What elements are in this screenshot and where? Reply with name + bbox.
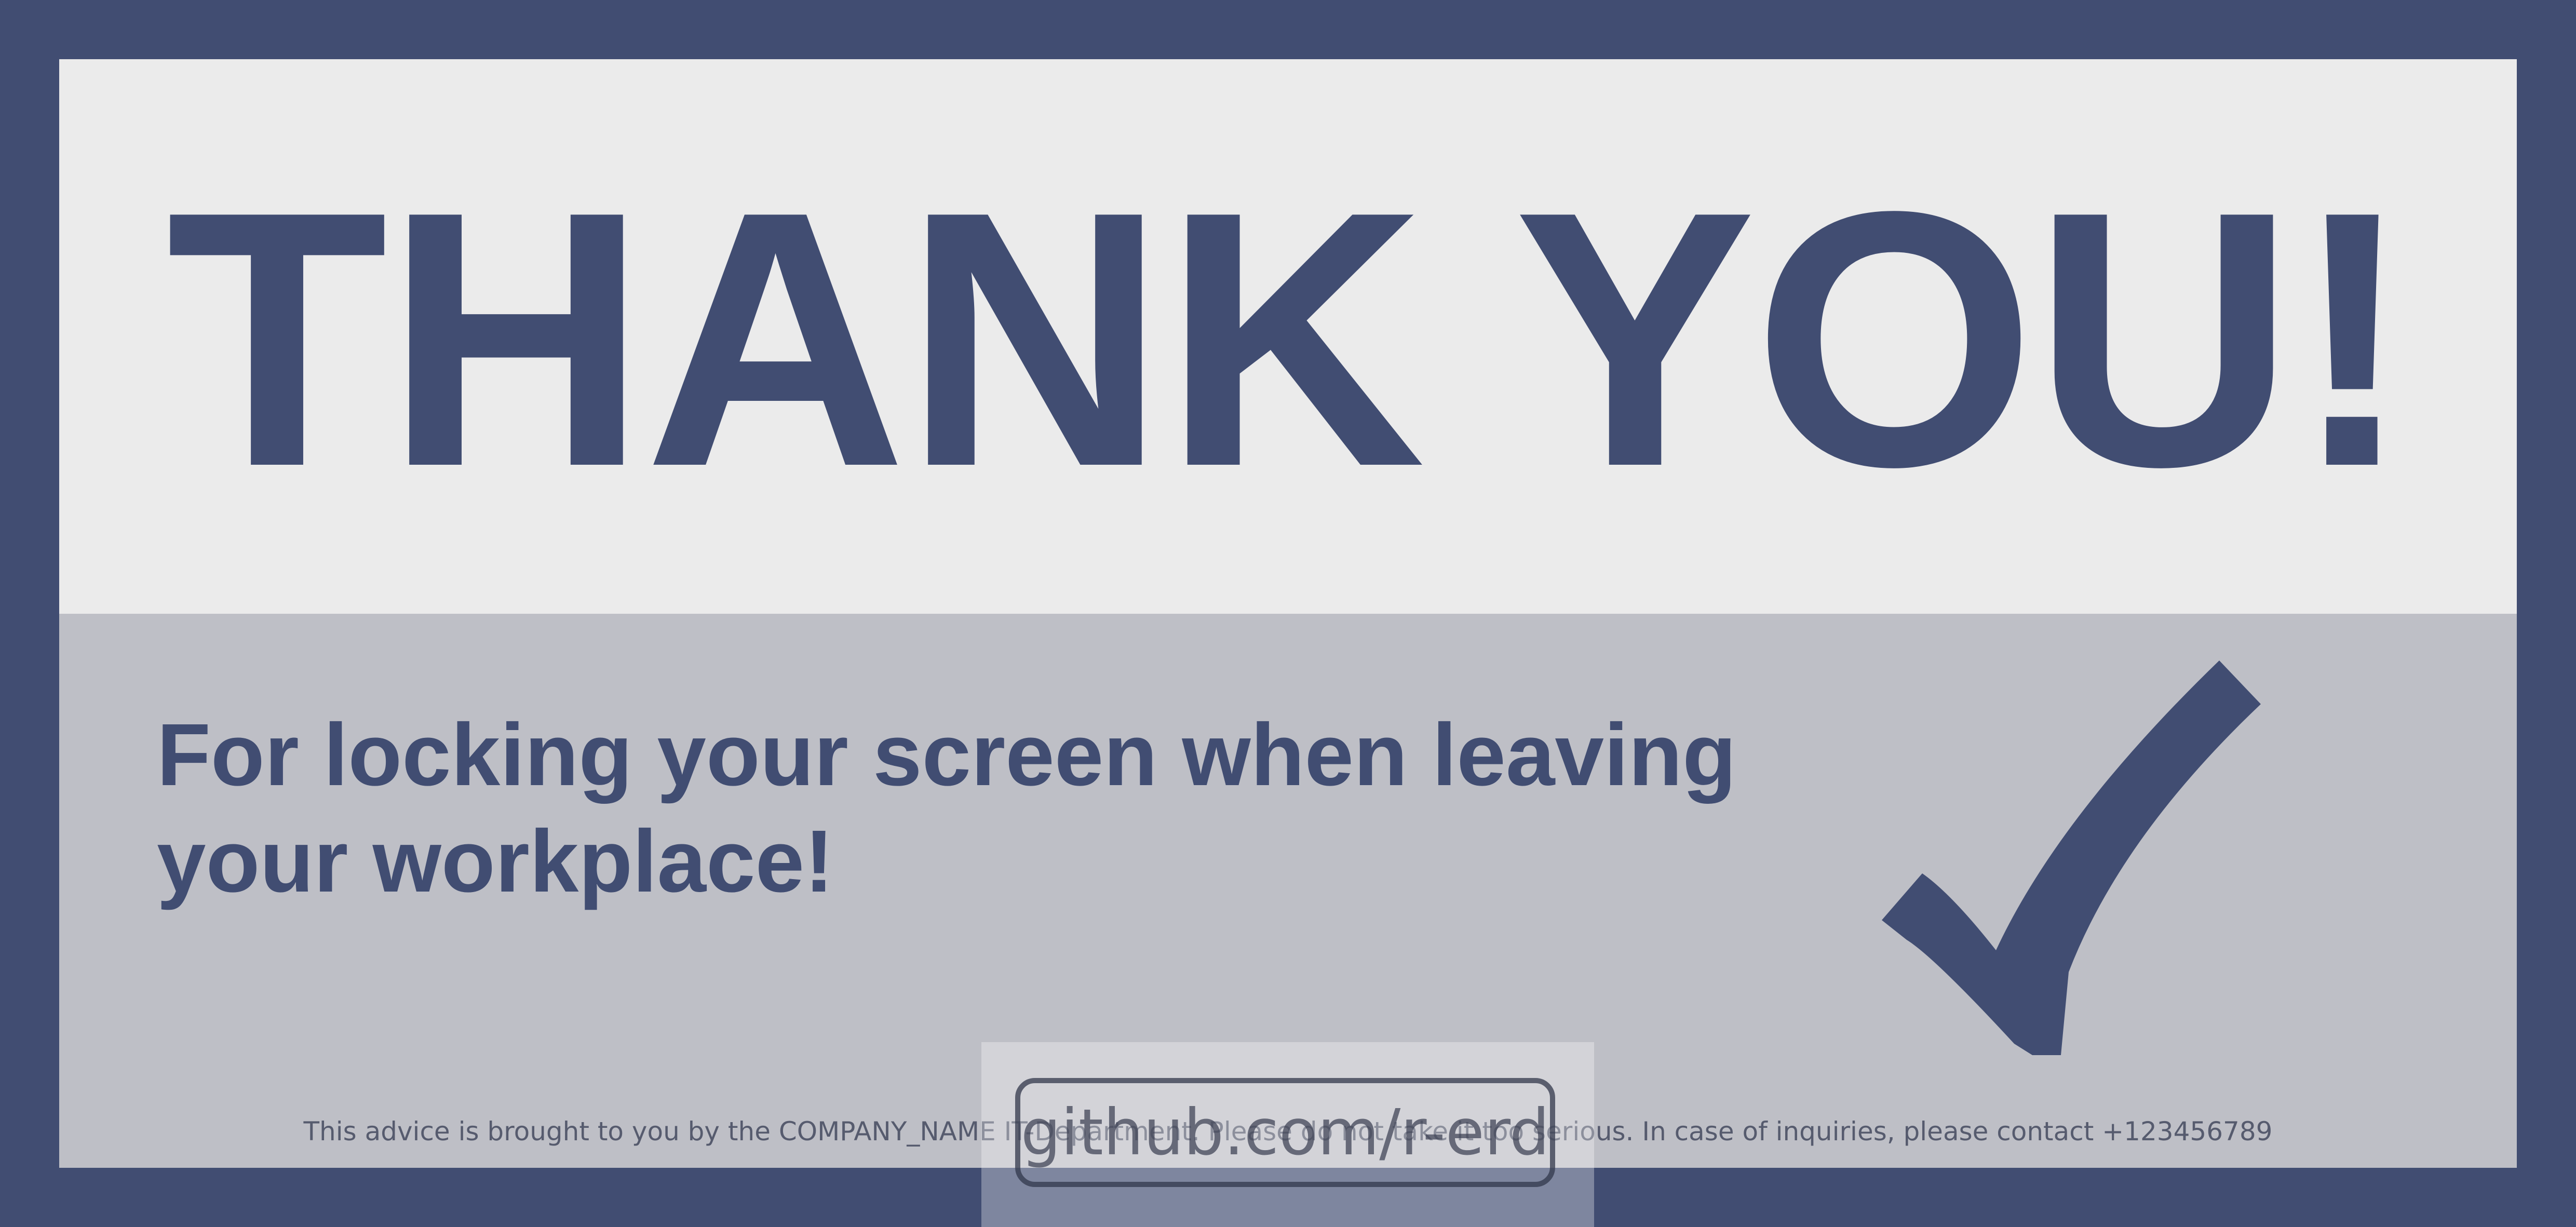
headline-panel: THANK YOU! <box>59 59 2517 614</box>
watermark: github.com/r-erd <box>1015 1078 1555 1187</box>
poster: THANK YOU! For locking your screen when … <box>59 59 2517 1168</box>
headline: THANK YOU! <box>166 136 2413 542</box>
subline: For locking your screen when leaving you… <box>157 706 1736 911</box>
checkmark-icon <box>1882 660 2261 1055</box>
